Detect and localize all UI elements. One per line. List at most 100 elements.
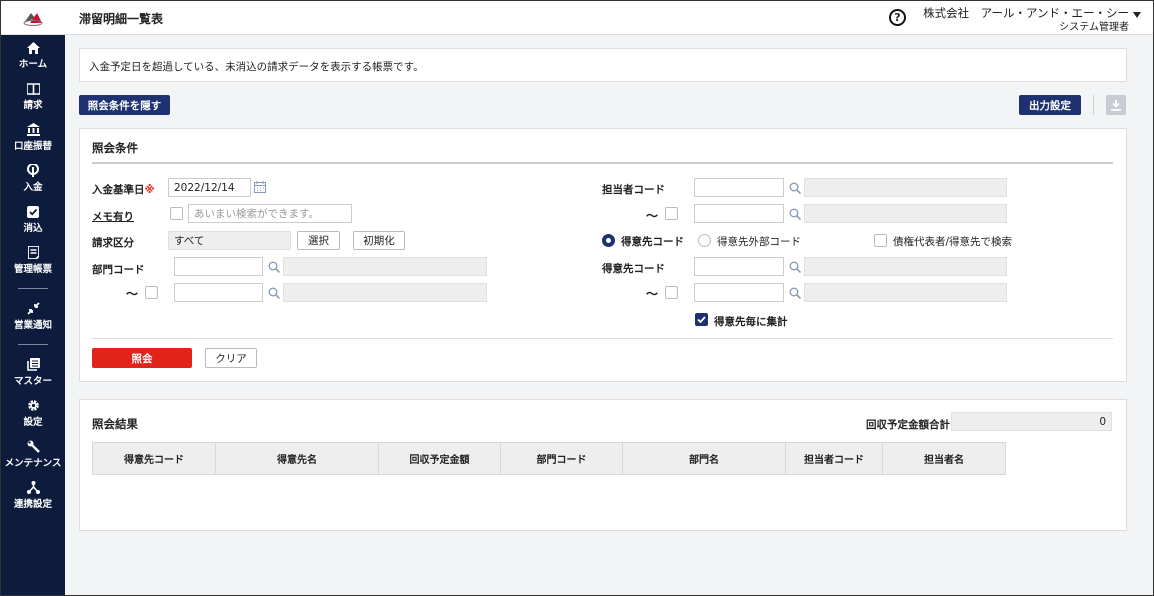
reset-button[interactable]: 初期化: [353, 231, 405, 250]
gear-icon: [27, 400, 39, 411]
results-table-header: 得意先コード 得意先名 回収予定金額 部門コード 部門名 担当者コード 担当者名: [92, 442, 1006, 475]
check-icon: [27, 205, 39, 218]
dept-code-from-input[interactable]: [174, 257, 263, 276]
sidebar-item-label: マスター: [13, 376, 52, 387]
sidebar-item-maintenance[interactable]: メンテナンス: [1, 434, 65, 475]
creditor-search-checkbox[interactable]: [874, 234, 887, 247]
sidebar-item-management-reports[interactable]: 管理帳票: [1, 240, 65, 281]
search-icon[interactable]: [789, 182, 801, 194]
memo-checkbox[interactable]: [170, 207, 183, 220]
customer-code-to-input[interactable]: [694, 283, 784, 302]
staff-name-to-field: [804, 204, 1007, 223]
billing-type-field: すべて: [168, 231, 291, 250]
radio-customer-code-label[interactable]: 得意先コード: [621, 234, 684, 249]
download-button[interactable]: [1106, 95, 1126, 115]
sidebar-item-master[interactable]: マスター: [1, 352, 65, 393]
radio-customer-ext-code[interactable]: [698, 234, 711, 247]
sidebar-item-label: 入金: [23, 182, 43, 193]
sidebar-divider: [18, 288, 48, 289]
sidebar-item-reconcile[interactable]: 消込: [1, 199, 65, 240]
sidebar-item-label: 管理帳票: [13, 264, 52, 275]
description-text: 入金予定日を超過している、未消込の請求データを表示する帳票です。: [89, 61, 424, 73]
staff-range-checkbox[interactable]: [665, 207, 678, 220]
logo-icon: [23, 13, 43, 26]
column-header[interactable]: 部門コード: [501, 443, 623, 474]
search-icon[interactable]: [789, 208, 801, 220]
dept-range-checkbox[interactable]: [145, 286, 158, 299]
creditor-search-label[interactable]: 債権代表者/得意先で検索: [893, 234, 1012, 249]
dept-code-to-input[interactable]: [174, 283, 263, 302]
sidebar-item-billing[interactable]: 請求: [1, 76, 65, 117]
staff-name-from-field: [804, 178, 1007, 197]
wrench-icon: [27, 440, 40, 453]
total-label: 回収予定金額合計: [866, 419, 950, 431]
sidebar-item-label: 消込: [23, 222, 43, 234]
help-icon[interactable]: ?: [889, 9, 906, 26]
report-icon: [27, 246, 39, 259]
staff-code-from-input[interactable]: [694, 178, 784, 197]
column-header[interactable]: 担当者名: [883, 443, 1005, 474]
sidebar-item-label: ホーム: [18, 58, 48, 70]
memo-placeholder: あいまい検索ができます。: [194, 208, 319, 220]
column-header[interactable]: 担当者コード: [786, 443, 883, 474]
column-header[interactable]: 得意先名: [216, 443, 379, 474]
memo-search-input[interactable]: あいまい検索ができます。: [188, 204, 352, 223]
required-mark: ※: [144, 184, 155, 196]
search-icon[interactable]: [789, 261, 801, 273]
description-panel: 入金予定日を超過している、未消込の請求データを表示する帳票です。: [79, 48, 1127, 82]
user-role[interactable]: システム管理者: [1059, 18, 1129, 33]
customer-code-label: 得意先コード: [602, 263, 665, 275]
user-menu-caret-icon[interactable]: [1133, 12, 1141, 18]
calendar-icon[interactable]: [254, 181, 266, 193]
sidebar-item-deposit[interactable]: 入金: [1, 158, 65, 199]
search-icon[interactable]: [268, 287, 280, 299]
aggregate-checkbox[interactable]: [695, 313, 708, 326]
sidebar-item-sales-notice[interactable]: 営業通知: [1, 296, 65, 337]
base-date-label: 入金基準日※: [92, 182, 155, 197]
radio-customer-ext-code-label[interactable]: 得意先外部コード: [717, 234, 801, 249]
conditions-panel: [79, 128, 1127, 382]
checkmark-icon: [697, 316, 706, 324]
sidebar-item-integration[interactable]: 連携設定: [1, 475, 65, 516]
customer-range-checkbox[interactable]: [665, 286, 678, 299]
toggle-conditions-button[interactable]: 照会条件を隠す: [79, 95, 170, 115]
dept-name-to-field: [283, 283, 487, 302]
sidebar-item-label: 請求: [23, 99, 43, 111]
sidebar-item-label: 営業通知: [13, 320, 52, 331]
memo-label[interactable]: メモ有り: [92, 209, 134, 224]
output-settings-button[interactable]: 出力設定: [1019, 95, 1081, 115]
app-logo[interactable]: [1, 1, 65, 35]
select-button[interactable]: 選択: [297, 231, 340, 250]
staff-code-to-input[interactable]: [694, 204, 784, 223]
base-date-label-text: 入金基準日: [92, 184, 145, 196]
sidebar-item-label: メンテナンス: [4, 458, 62, 469]
base-date-input[interactable]: 2022/12/14: [168, 178, 251, 197]
customer-code-from-input[interactable]: [694, 257, 784, 276]
column-header[interactable]: 部門名: [623, 443, 786, 474]
master-icon: [26, 358, 40, 371]
bank-icon: [26, 123, 40, 136]
column-header[interactable]: 得意先コード: [93, 443, 216, 474]
search-icon[interactable]: [268, 261, 280, 273]
search-button[interactable]: 照会: [92, 348, 192, 368]
results-title: 照会結果: [92, 417, 138, 431]
search-icon[interactable]: [789, 287, 801, 299]
home-icon: [26, 41, 40, 54]
book-icon: [26, 82, 40, 95]
sidebar-item-home[interactable]: ホーム: [1, 35, 65, 76]
notify-icon: [26, 302, 40, 315]
sidebar: ホーム 請求 口座振替 入金 消込 管理帳票 営業通知 マスター 設定 メンテナ…: [1, 35, 65, 595]
radio-customer-code[interactable]: [602, 234, 615, 247]
column-header[interactable]: 回収予定金額: [379, 443, 501, 474]
clear-button[interactable]: クリア: [205, 348, 257, 368]
deposit-icon: [27, 164, 39, 177]
dept-code-label: 部門コード: [92, 264, 145, 276]
aggregate-label[interactable]: 得意先毎に集計: [714, 314, 788, 329]
network-icon: [26, 481, 40, 494]
conditions-title: 照会条件: [92, 141, 138, 155]
sidebar-item-bank-transfer[interactable]: 口座振替: [1, 117, 65, 158]
customer-name-to-field: [804, 283, 1007, 302]
sidebar-item-settings[interactable]: 設定: [1, 393, 65, 434]
sidebar-item-label: 連携設定: [13, 499, 52, 510]
page-title: 滞留明細一覧表: [79, 12, 164, 26]
